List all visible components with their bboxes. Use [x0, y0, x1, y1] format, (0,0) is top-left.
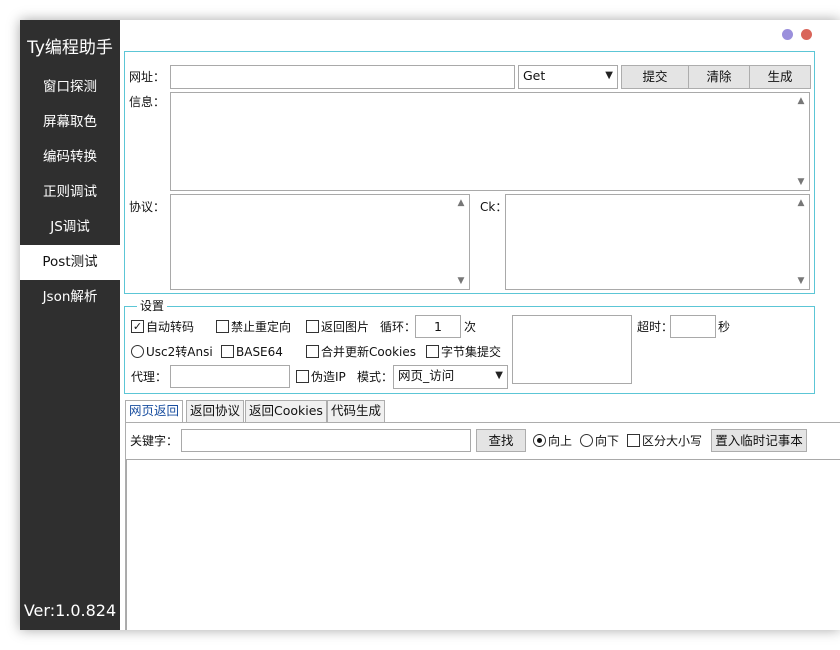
merge-cookies-label: 合并更新Cookies [321, 345, 416, 359]
url-label: 网址： [129, 70, 166, 84]
proxy-label: 代理： [131, 370, 168, 384]
keyword-label: 关键字： [130, 434, 179, 448]
fake-ip-label: 伪造IP [311, 370, 346, 384]
loop-count-input[interactable]: 1 [415, 315, 461, 338]
keyword-input[interactable] [181, 429, 471, 452]
byte-submit-checkbox[interactable] [426, 345, 439, 358]
sidebar: Ty编程助手 窗口探测 屏幕取色 编码转换 正则调试 JS调试 Post测试 J… [20, 20, 120, 630]
protocol-textarea[interactable]: ▲ ▼ [170, 194, 470, 290]
method-select[interactable]: Get ▼ [518, 65, 618, 89]
scroll-down-icon[interactable]: ▼ [453, 274, 469, 288]
search-down-radio[interactable] [580, 434, 593, 447]
tab-response-cookies[interactable]: 返回Cookies [245, 400, 327, 422]
close-button[interactable] [801, 29, 812, 40]
version-label: Ver:1.0.824 [23, 601, 117, 620]
no-redirect-label: 禁止重定向 [231, 320, 292, 334]
tab-page-response[interactable]: 网页返回 [125, 400, 184, 423]
base64-label: BASE64 [236, 345, 283, 359]
sidebar-item-encoding[interactable]: 编码转换 [20, 140, 120, 175]
scroll-up-icon[interactable]: ▲ [793, 196, 809, 210]
result-area: 网页返回 返回协议 返回Cookies 代码生成 关键字： 查找 向上 向下 区… [125, 400, 840, 630]
scroll-down-icon[interactable]: ▼ [793, 175, 809, 189]
submit-button[interactable]: 提交 [621, 65, 689, 89]
app-window: Ty编程助手 窗口探测 屏幕取色 编码转换 正则调试 JS调试 Post测试 J… [20, 20, 840, 630]
usc2-ansi-label: Usc2转Ansi [146, 345, 213, 359]
settings-preview-box [512, 315, 632, 384]
base64-checkbox[interactable] [221, 345, 234, 358]
search-up-radio[interactable] [533, 434, 546, 447]
protocol-label: 协议： [129, 200, 166, 214]
sidebar-item-regex[interactable]: 正则调试 [20, 175, 120, 210]
scroll-up-icon[interactable]: ▲ [453, 196, 469, 210]
scroll-up-icon[interactable]: ▲ [793, 94, 809, 108]
tab-code-generate[interactable]: 代码生成 [327, 400, 386, 422]
app-title: Ty编程助手 [27, 38, 113, 58]
proxy-input[interactable] [170, 365, 290, 388]
timeout-label: 超时： [637, 320, 674, 334]
loop-unit-label: 次 [464, 320, 477, 334]
mode-select[interactable]: 网页_访问 ▼ [393, 365, 508, 389]
no-redirect-checkbox[interactable] [216, 320, 229, 333]
usc2-ansi-radio[interactable] [131, 345, 144, 358]
request-panel: 网址： Get ▼ 提交 清除 生成 信息： ▲ ▼ 协议： ▲ ▼ Ck： ▲ [124, 51, 815, 294]
fake-ip-checkbox[interactable] [296, 370, 309, 383]
byte-submit-label: 字节集提交 [441, 345, 502, 359]
timeout-input[interactable] [670, 315, 716, 338]
tab-response-protocol[interactable]: 返回协议 [186, 400, 245, 422]
ck-scrollbar[interactable]: ▲ ▼ [793, 195, 809, 289]
ck-textarea[interactable]: ▲ ▼ [505, 194, 810, 290]
sidebar-item-color-picker[interactable]: 屏幕取色 [20, 105, 120, 140]
return-image-checkbox[interactable] [306, 320, 319, 333]
response-textarea[interactable] [126, 459, 840, 630]
result-tab-panel: 关键字： 查找 向上 向下 区分大小写 置入临时记事本 [125, 422, 840, 630]
protocol-scrollbar[interactable]: ▲ ▼ [453, 195, 469, 289]
return-image-label: 返回图片 [321, 320, 370, 334]
generate-button[interactable]: 生成 [749, 65, 811, 89]
sidebar-item-window-detect[interactable]: 窗口探测 [20, 70, 120, 105]
merge-cookies-checkbox[interactable] [306, 345, 319, 358]
loop-label: 循环： [380, 320, 417, 334]
settings-title: 设置 [137, 298, 168, 314]
ck-label: Ck： [480, 200, 508, 214]
info-textarea[interactable]: ▲ ▼ [170, 92, 810, 191]
find-button[interactable]: 查找 [476, 429, 526, 452]
auto-transcode-label: 自动转码 [146, 320, 195, 334]
sidebar-item-json[interactable]: Json解析 [20, 280, 120, 315]
mode-value: 网页_访问 [398, 368, 455, 383]
search-down-label: 向下 [595, 434, 620, 448]
sidebar-item-post[interactable]: Post测试 [20, 245, 120, 280]
url-input[interactable] [170, 65, 515, 89]
settings-panel: 设置 ✓ 自动转码 禁止重定向 返回图片 循环： 1 次 超时： 秒 Usc2转… [124, 298, 815, 394]
notepad-button[interactable]: 置入临时记事本 [711, 429, 807, 452]
case-sensitive-label: 区分大小写 [642, 434, 703, 448]
timeout-unit-label: 秒 [718, 320, 731, 334]
chevron-down-icon: ▼ [605, 70, 613, 81]
info-scrollbar[interactable]: ▲ ▼ [793, 93, 809, 190]
scroll-down-icon[interactable]: ▼ [793, 274, 809, 288]
chevron-down-icon: ▼ [495, 370, 503, 381]
method-value: Get [523, 68, 546, 83]
case-sensitive-checkbox[interactable] [627, 434, 640, 447]
mode-label: 模式： [357, 370, 394, 384]
minimize-button[interactable] [782, 29, 793, 40]
auto-transcode-checkbox[interactable]: ✓ [131, 320, 144, 333]
search-up-label: 向上 [548, 434, 573, 448]
info-label: 信息： [129, 95, 166, 109]
sidebar-item-js[interactable]: JS调试 [20, 210, 120, 245]
clear-button[interactable]: 清除 [688, 65, 750, 89]
